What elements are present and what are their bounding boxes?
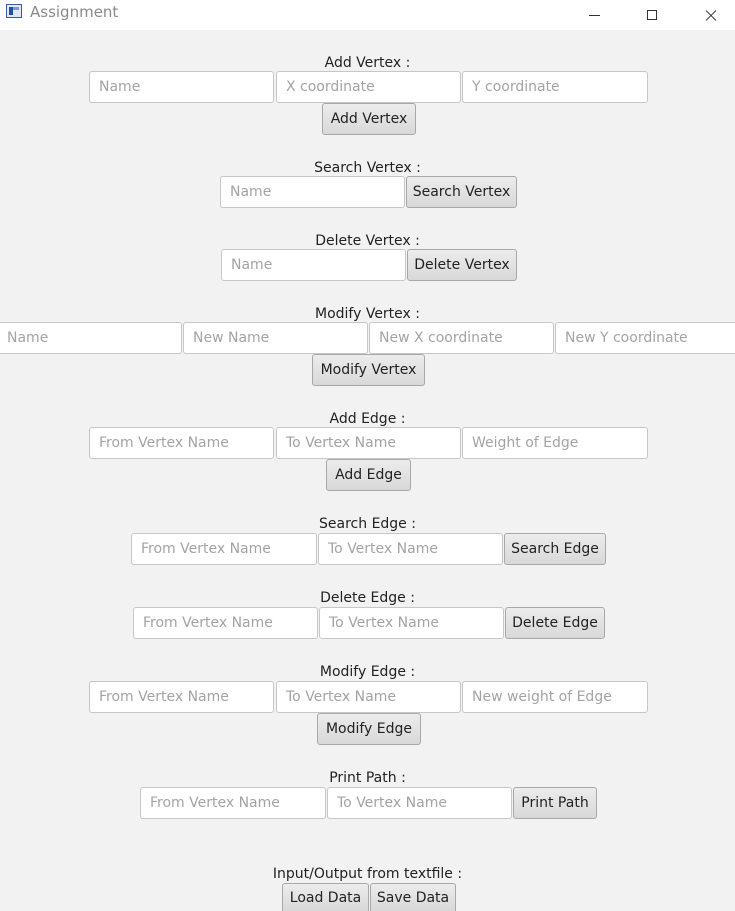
java-app-icon: [6, 4, 22, 18]
load-data-button[interactable]: Load Data: [282, 883, 369, 911]
add-vertex-button[interactable]: Add Vertex: [322, 103, 416, 135]
delete-vertex-button[interactable]: Delete Vertex: [407, 249, 517, 281]
add-edge-button[interactable]: Add Edge: [326, 459, 411, 491]
modify-edge-weight-input[interactable]: [462, 681, 648, 713]
add-vertex-label: Add Vertex :: [324, 55, 411, 71]
modify-vertex-label: Modify Vertex :: [314, 306, 420, 322]
print-path-label: Print Path :: [329, 770, 406, 786]
search-edge-to-input[interactable]: [318, 533, 503, 565]
modify-vertex-button[interactable]: Modify Vertex: [312, 354, 425, 386]
minimize-icon: [588, 14, 600, 16]
delete-edge-button[interactable]: Delete Edge: [505, 607, 605, 639]
add-edge-to-input[interactable]: [276, 427, 461, 459]
print-path-from-input[interactable]: [140, 787, 326, 819]
delete-edge-from-input[interactable]: [133, 607, 318, 639]
search-edge-from-input[interactable]: [131, 533, 317, 565]
add-vertex-name-input[interactable]: [89, 71, 274, 103]
delete-vertex-label: Delete Vertex :: [315, 233, 420, 249]
minimize-button[interactable]: [571, 0, 617, 30]
modify-edge-button[interactable]: Modify Edge: [317, 713, 421, 745]
modify-vertex-new-y-input[interactable]: [555, 322, 735, 354]
add-edge-label: Add Edge :: [329, 411, 406, 427]
io-label: Input/Output from textfile :: [272, 866, 463, 882]
close-button[interactable]: [688, 0, 734, 30]
modify-edge-label: Modify Edge :: [319, 664, 416, 680]
search-vertex-button[interactable]: Search Vertex: [406, 176, 517, 208]
maximize-button[interactable]: [629, 0, 675, 30]
delete-edge-to-input[interactable]: [319, 607, 504, 639]
delete-vertex-name-input[interactable]: [221, 249, 406, 281]
modify-vertex-name-input[interactable]: [0, 322, 182, 354]
title-bar: Assignment: [0, 0, 735, 30]
print-path-to-input[interactable]: [327, 787, 512, 819]
modify-edge-from-input[interactable]: [89, 681, 274, 713]
add-vertex-y-input[interactable]: [462, 71, 648, 103]
add-edge-weight-input[interactable]: [462, 427, 648, 459]
close-icon: [704, 8, 718, 22]
print-path-button[interactable]: Print Path: [513, 787, 597, 819]
delete-edge-label: Delete Edge :: [320, 590, 415, 606]
modify-vertex-new-name-input[interactable]: [183, 322, 368, 354]
search-edge-label: Search Edge :: [319, 516, 416, 532]
search-vertex-name-input[interactable]: [220, 176, 405, 208]
save-data-button[interactable]: Save Data: [370, 883, 456, 911]
add-vertex-x-input[interactable]: [276, 71, 461, 103]
search-edge-button[interactable]: Search Edge: [504, 533, 606, 565]
search-vertex-label: Search Vertex :: [314, 160, 421, 176]
modify-vertex-new-x-input[interactable]: [369, 322, 554, 354]
add-edge-from-input[interactable]: [89, 427, 274, 459]
maximize-icon: [647, 10, 657, 20]
window-title: Assignment: [30, 3, 119, 21]
modify-edge-to-input[interactable]: [276, 681, 461, 713]
